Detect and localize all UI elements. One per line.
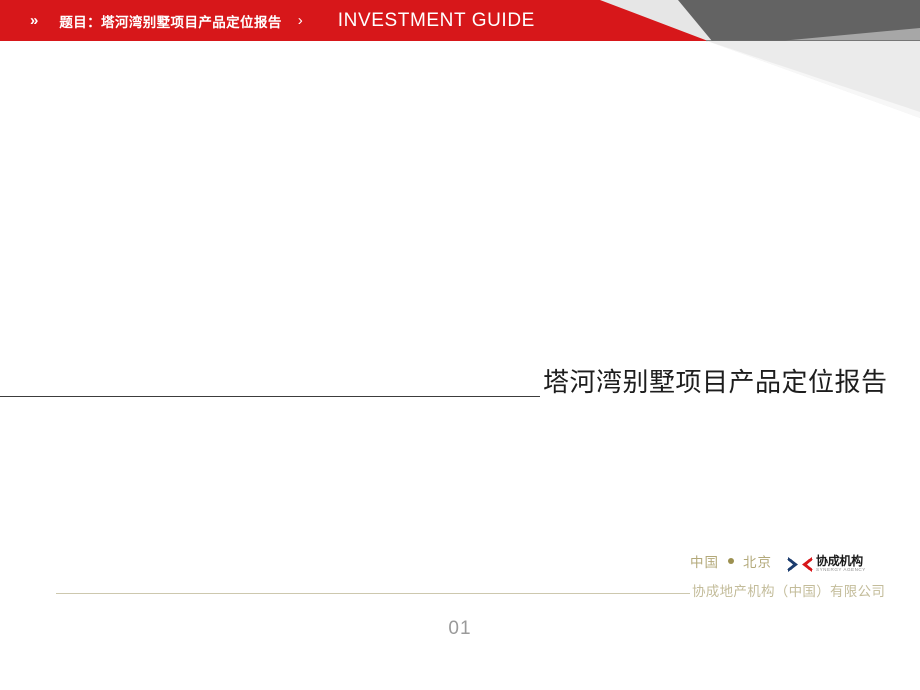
footer-divider-rule — [56, 593, 690, 594]
title-underline-rule — [0, 396, 540, 397]
header-banner: » 题目：塔河湾别墅项目产品定位报告 › INVESTMENT GUIDE — [0, 0, 920, 130]
synergy-logo-mark — [787, 556, 813, 572]
page-title: 塔河湾别墅项目产品定位报告 — [543, 368, 888, 398]
header-guide-label: INVESTMENT GUIDE — [337, 9, 535, 31]
footer-location-line: 中国 北京 协成机构 SYNERGY AGENCY — [690, 549, 865, 573]
slide-canvas: » 题目：塔河湾别墅项目产品定位报告 › INVESTMENT GUIDE 塔河… — [0, 0, 920, 690]
company-logo: 协成机构 SYNERGY AGENCY — [787, 552, 875, 576]
chevron-right-icon: › — [297, 12, 303, 29]
header-subject-label: 题目：塔河湾别墅项目产品定位报告 — [59, 14, 282, 31]
logo-name-en: SYNERGY AGENCY — [816, 567, 866, 573]
footer-separator-dot — [728, 558, 734, 564]
footer-block: 中国 北京 协成机构 SYNERGY AGENCY 协成地产机构（中国）有限公司 — [690, 549, 920, 609]
footer-company-label: 协成地产机构（中国）有限公司 — [692, 584, 886, 600]
banner-baseline-rule — [706, 40, 920, 42]
logo-name-cn: 协成机构 — [816, 553, 863, 568]
chevron-double-icon: » — [30, 12, 38, 29]
page-number: 01 — [448, 618, 472, 639]
logo-wordmark: 协成机构 SYNERGY AGENCY — [816, 555, 866, 573]
header-content: » 题目：塔河湾别墅项目产品定位报告 › INVESTMENT GUIDE — [0, 0, 620, 41]
footer-country-label: 中国 — [690, 555, 719, 571]
footer-city-label: 北京 — [743, 555, 772, 571]
